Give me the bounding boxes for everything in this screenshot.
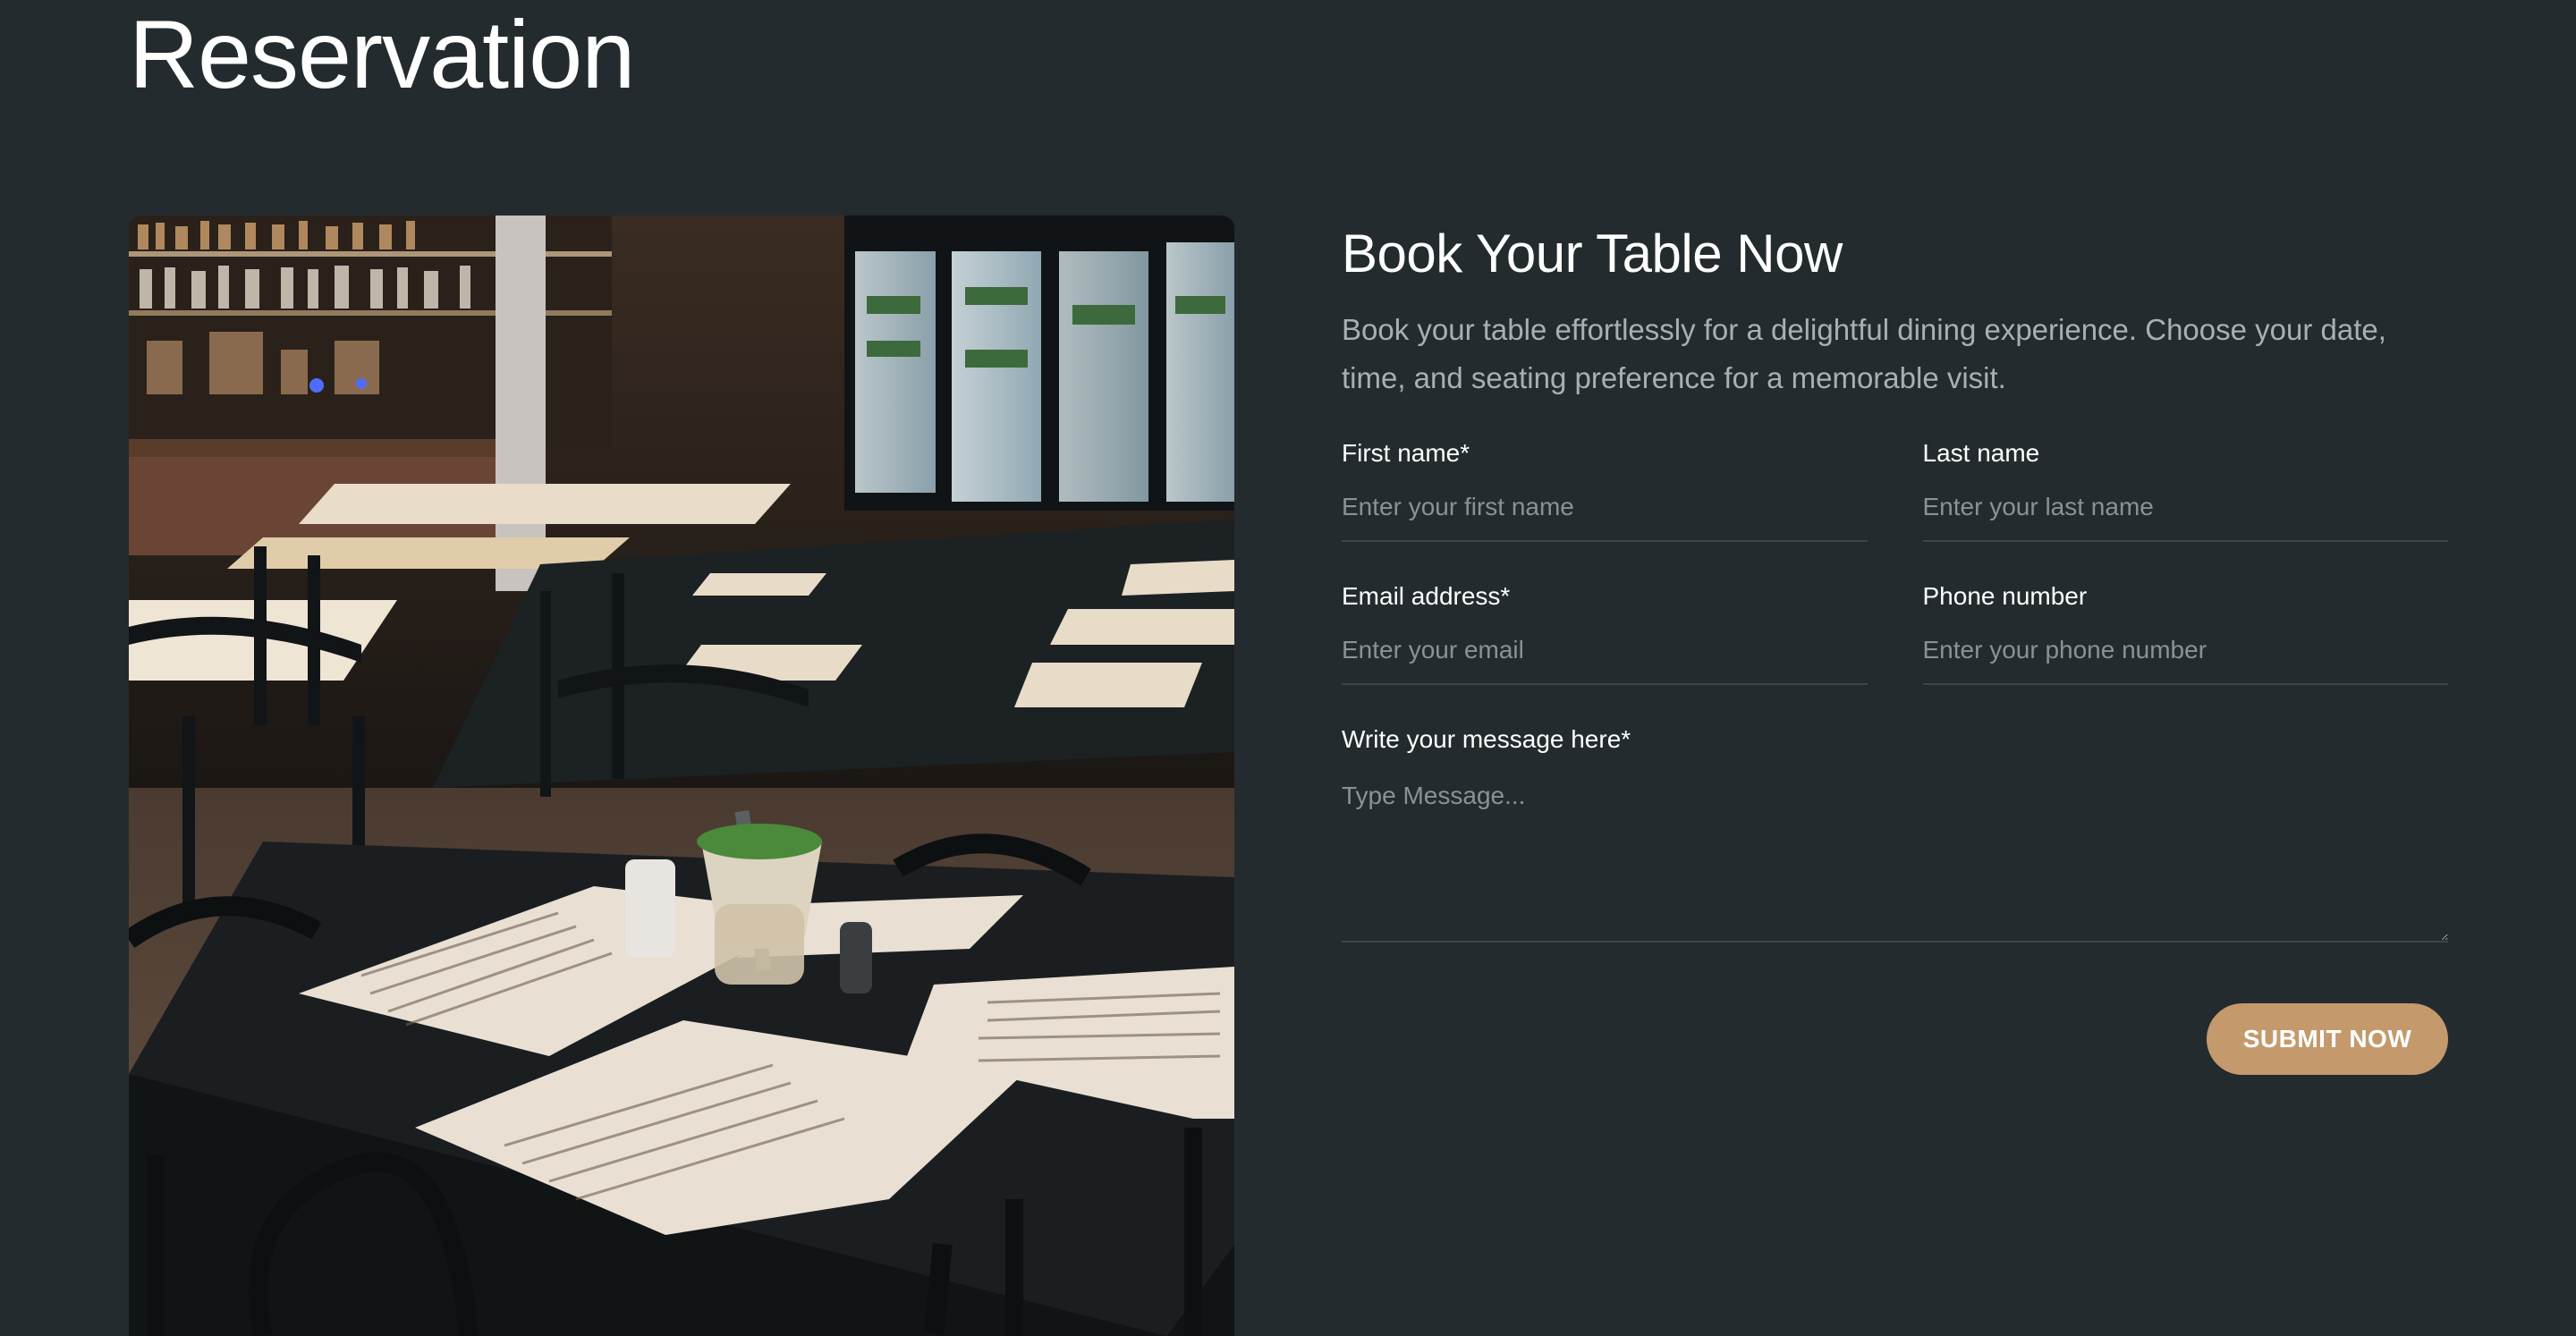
reservation-page: Reservation Book Your Table Now Book you… — [0, 0, 2576, 1336]
contact-row: Email address* Phone number — [1342, 581, 2448, 685]
phone-field-group: Phone number — [1922, 581, 2448, 685]
last-name-field-group: Last name — [1922, 438, 2448, 542]
phone-input[interactable] — [1922, 612, 2448, 685]
submit-wrap: SUBMIT NOW — [1342, 1003, 2448, 1075]
last-name-input[interactable] — [1922, 469, 2448, 542]
form-title: Book Your Table Now — [1342, 224, 1843, 283]
email-label: Email address* — [1342, 582, 1511, 610]
email-input[interactable] — [1342, 612, 1868, 685]
phone-label: Phone number — [1922, 582, 2088, 610]
email-field-group: Email address* — [1342, 581, 1868, 685]
first-name-label: First name* — [1342, 439, 1470, 467]
first-name-field-group: First name* — [1342, 438, 1868, 542]
name-row: First name* Last name — [1342, 438, 2448, 542]
restaurant-photo — [129, 216, 1234, 1336]
form-description: Book your table effortlessly for a delig… — [1342, 313, 2386, 394]
message-row: Write your message here* — [1342, 724, 2448, 943]
message-label: Write your message here* — [1342, 725, 1631, 753]
last-name-label: Last name — [1922, 439, 2040, 467]
message-textarea[interactable] — [1342, 755, 2448, 943]
submit-button[interactable]: SUBMIT NOW — [2207, 1003, 2448, 1075]
first-name-input[interactable] — [1342, 469, 1868, 542]
reservation-form: Book Your Table Now Book your table effo… — [1342, 215, 2448, 1075]
message-field-group: Write your message here* — [1342, 724, 2448, 943]
section-title: Reservation — [129, 0, 635, 108]
